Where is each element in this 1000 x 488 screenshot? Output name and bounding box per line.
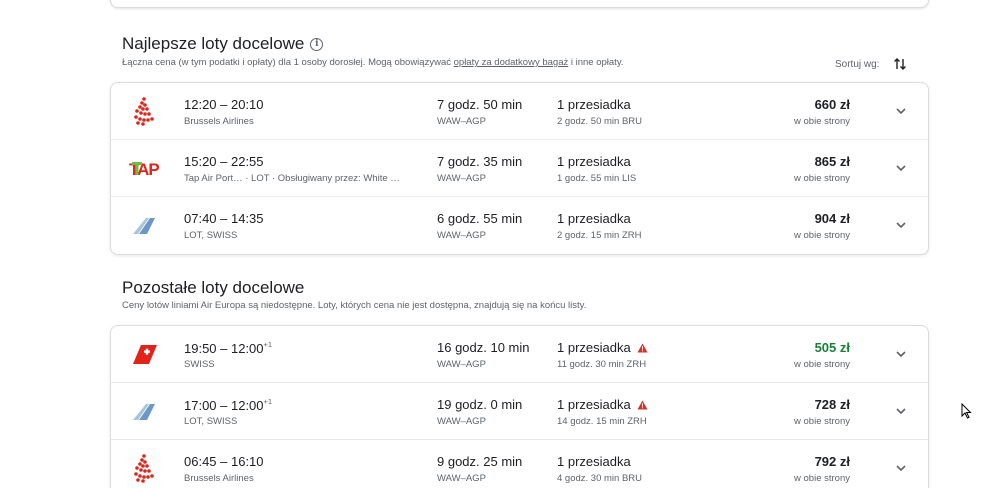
stops-count: 1 przesiadka [557, 454, 631, 469]
stops-count: 1 przesiadka [557, 340, 631, 355]
flight-route: WAW–AGP [437, 116, 486, 127]
stops-info: 1 przesiadka [557, 97, 631, 112]
tap-logo: TAP [129, 153, 160, 183]
layover-detail: 2 godz. 50 min BRU [557, 116, 643, 127]
flight-times: 06:45 – 16:10 [184, 454, 264, 469]
layover-detail: 1 godz. 55 min LIS [557, 173, 637, 184]
flight-duration: 6 godz. 55 min [437, 211, 523, 226]
warning-icon [637, 343, 648, 352]
flight-row[interactable]: 12:20 – 20:10 Brussels Airlines 7 godz. … [111, 83, 928, 140]
price-note: w obie strony [794, 359, 850, 370]
flight-price: 865 zł [814, 154, 850, 169]
time-range: 07:40 – 14:35 [184, 211, 264, 226]
flight-row[interactable]: 06:45 – 16:10 Brussels Airlines 9 godz. … [111, 440, 928, 488]
price-note: w obie strony [794, 116, 850, 127]
flight-price: 792 zł [814, 454, 850, 469]
sort-label: Sortuj wg: [835, 58, 880, 70]
flight-duration: 7 godz. 35 min [437, 154, 523, 169]
lot-logo [129, 210, 159, 240]
stops-info: 1 przesiadka [557, 154, 631, 169]
next-day-marker: +1 [263, 340, 273, 349]
best-flights-heading: Najlepsze loty docelowe i [122, 34, 324, 54]
info-icon[interactable]: i [310, 37, 324, 51]
stops-count: 1 przesiadka [557, 154, 631, 169]
time-range: 17:00 – 12:00 [184, 398, 264, 413]
layover-detail: 14 godz. 15 min ZRH [557, 416, 647, 427]
flight-price: 904 zł [814, 211, 850, 226]
flight-price: 660 zł [814, 97, 850, 112]
flight-row[interactable]: TAP 15:20 – 22:55 Tap Air Port… · LOT · … [111, 140, 928, 197]
stops-info: 1 przesiadka [557, 397, 648, 412]
best-flights-subtitle: Łączna cena (w tym podatki i opłaty) dla… [122, 57, 624, 68]
flight-row[interactable]: 07:40 – 14:35 LOT, SWISS 6 godz. 55 min … [111, 197, 928, 254]
price-note: w obie strony [794, 230, 850, 241]
swiss-logo [129, 339, 159, 369]
stops-count: 1 przesiadka [557, 211, 631, 226]
flight-duration: 16 godz. 10 min [437, 340, 530, 355]
flight-times: 07:40 – 14:35 [184, 211, 264, 226]
flight-price: 728 zł [814, 397, 850, 412]
stops-info: 1 przesiadka [557, 454, 631, 469]
chevron-down-icon[interactable] [894, 461, 908, 475]
price-note: w obie strony [794, 173, 850, 184]
mouse-cursor-icon [961, 403, 972, 419]
other-flights-subtitle: Ceny lotów liniami Air Europa są niedost… [122, 300, 587, 311]
baggage-fees-link[interactable]: opłaty za dodatkowy bagaż [454, 57, 569, 68]
airline-name: LOT, SWISS [184, 416, 238, 427]
price-note: w obie strony [794, 416, 850, 427]
time-range: 12:20 – 20:10 [184, 97, 264, 112]
airline-name: LOT, SWISS [184, 230, 238, 241]
stops-info: 1 przesiadka [557, 211, 631, 226]
chevron-down-icon[interactable] [894, 404, 908, 418]
chevron-down-icon[interactable] [894, 347, 908, 361]
flight-row[interactable]: 17:00 – 12:00+1 LOT, SWISS 19 godz. 0 mi… [111, 383, 928, 440]
stops-count: 1 przesiadka [557, 97, 631, 112]
price-note: w obie strony [794, 473, 850, 484]
chevron-down-icon[interactable] [894, 218, 908, 232]
time-range: 06:45 – 16:10 [184, 454, 264, 469]
flight-route: WAW–AGP [437, 359, 486, 370]
chevron-down-icon[interactable] [894, 104, 908, 118]
sort-icon[interactable] [893, 57, 907, 71]
flight-route: WAW–AGP [437, 173, 486, 184]
subtitle-text: Łączna cena (w tym podatki i opłaty) dla… [122, 57, 454, 68]
other-flights-heading: Pozostałe loty docelowe [122, 278, 304, 298]
flight-times: 17:00 – 12:00+1 [184, 397, 272, 413]
flight-times: 19:50 – 12:00+1 [184, 340, 272, 356]
best-flights-title: Najlepsze loty docelowe [122, 34, 305, 53]
other-flights-title: Pozostałe loty docelowe [122, 278, 305, 297]
next-day-marker: +1 [263, 397, 273, 406]
airline-name: Brussels Airlines [184, 473, 254, 484]
airline-name: SWISS [184, 359, 215, 370]
flight-route: WAW–AGP [437, 473, 486, 484]
layover-detail: 2 godz. 15 min ZRH [557, 230, 642, 241]
flight-duration: 19 godz. 0 min [437, 397, 523, 412]
time-range: 19:50 – 12:00 [184, 341, 264, 356]
subtitle-text-end: i inne opłaty. [568, 57, 624, 68]
airline-name: Tap Air Port… · LOT · Obsługiwany przez:… [184, 173, 400, 184]
lot-logo [129, 396, 159, 426]
layover-detail: 11 godz. 30 min ZRH [557, 359, 647, 370]
stops-count: 1 przesiadka [557, 397, 631, 412]
time-range: 15:20 – 22:55 [184, 154, 264, 169]
best-flights-list: 12:20 – 20:10 Brussels Airlines 7 godz. … [110, 82, 929, 255]
other-flights-list: 19:50 – 12:00+1 SWISS 16 godz. 10 min WA… [110, 325, 929, 488]
flight-route: WAW–AGP [437, 230, 486, 241]
flight-times: 15:20 – 22:55 [184, 154, 264, 169]
stops-info: 1 przesiadka [557, 340, 648, 355]
airline-name: Brussels Airlines [184, 116, 254, 127]
flight-row[interactable]: 19:50 – 12:00+1 SWISS 16 godz. 10 min WA… [111, 326, 928, 383]
sort-control[interactable]: Sortuj wg: [835, 57, 907, 71]
flight-duration: 7 godz. 50 min [437, 97, 523, 112]
flight-route: WAW–AGP [437, 416, 486, 427]
flight-price: 505 zł [814, 340, 850, 355]
flight-times: 12:20 – 20:10 [184, 97, 264, 112]
layover-detail: 4 godz. 30 min BRU [557, 473, 643, 484]
brussels-airlines-logo [129, 453, 159, 483]
warning-icon [637, 400, 648, 409]
brussels-airlines-logo [129, 96, 159, 126]
flight-duration: 9 godz. 25 min [437, 454, 523, 469]
chevron-down-icon[interactable] [894, 161, 908, 175]
previous-card-edge [110, 0, 929, 8]
